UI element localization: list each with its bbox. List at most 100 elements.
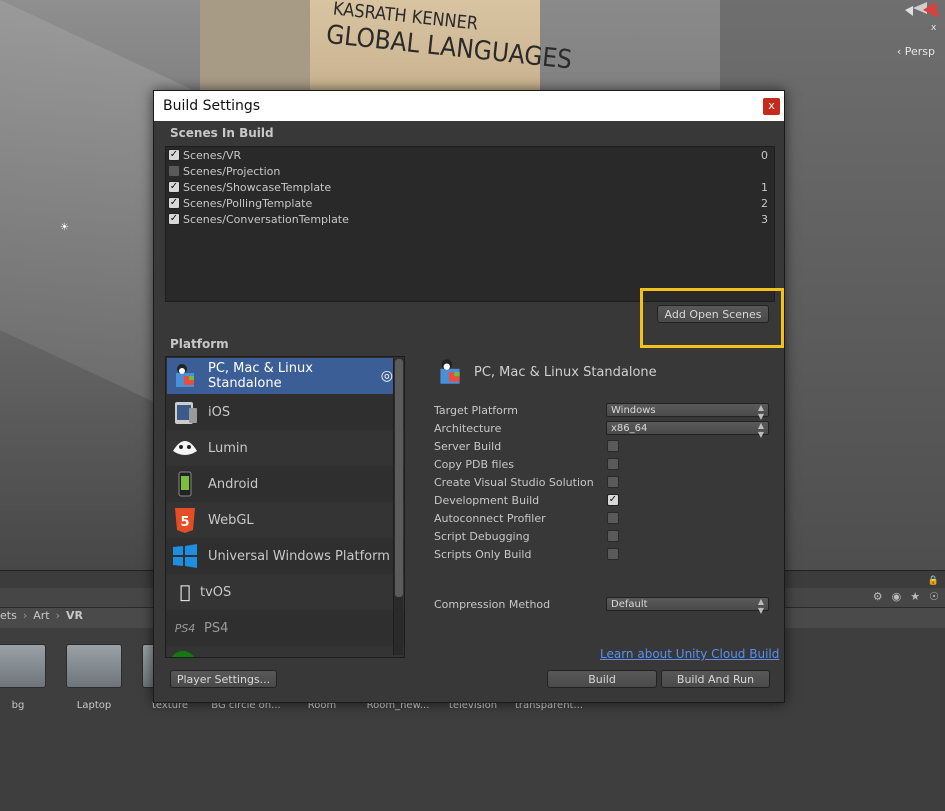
setting-label: Copy PDB files <box>434 457 515 471</box>
breadcrumb-item[interactable]: ets <box>0 609 17 622</box>
copy-pdb-checkbox[interactable] <box>607 458 619 470</box>
lock-icon[interactable]: 🔒 <box>928 576 939 586</box>
platform-label: Lumin <box>208 440 248 456</box>
setting-label: Scripts Only Build <box>434 547 532 561</box>
setting-label: Target Platform <box>434 403 518 417</box>
platform-item-lumin[interactable]: Lumin <box>167 430 404 466</box>
scene-row[interactable]: ✓ Scenes/VR 0 <box>168 147 772 163</box>
compression-row: Compression Method <box>434 596 550 612</box>
platform-list[interactable]: PC, Mac & Linux Standalone ◎ iOS Lumin A… <box>165 356 405 658</box>
setting-label: Development Build <box>434 493 540 507</box>
create-vs-checkbox[interactable] <box>607 476 619 488</box>
star-icon[interactable]: ★ <box>910 590 920 603</box>
compression-dropdown[interactable]: Default ▲ ▼ <box>606 597 769 615</box>
platform-item-webgl[interactable]: 5 WebGL <box>167 502 404 538</box>
scenes-list[interactable]: ✓ Scenes/VR 0 Scenes/Projection ✓ Scenes… <box>165 146 775 302</box>
build-and-run-button[interactable]: Build And Run <box>661 670 770 688</box>
window-titlebar[interactable]: Build Settings <box>154 91 784 121</box>
platform-label: Android <box>208 476 259 492</box>
ps4-icon: PS4 <box>174 621 196 635</box>
annotation-highlight-box <box>640 288 784 348</box>
scene-name: Scenes/ConversationTemplate <box>183 212 349 226</box>
setting-label: Script Debugging <box>434 529 530 543</box>
player-settings-button[interactable]: Player Settings... <box>170 670 277 688</box>
dropdown-arrow-icon: ▲ ▼ <box>757 403 764 421</box>
scene-checkbox[interactable]: ✓ <box>168 197 180 209</box>
breadcrumb-item[interactable]: VR <box>66 609 83 622</box>
development-build-row: Development Build <box>434 492 539 508</box>
persp-label[interactable]: ‹ Persp <box>897 45 935 58</box>
script-debugging-checkbox[interactable] <box>607 530 619 542</box>
scenes-in-build-title: Scenes In Build <box>170 126 274 140</box>
scene-index: 0 <box>761 148 768 162</box>
scene-checkbox[interactable]: ✓ <box>168 181 180 193</box>
unity-icon: ◎ <box>380 368 393 384</box>
filter-icon[interactable]: ⚙ <box>873 590 883 603</box>
platform-item-ps4[interactable]: PS4 PS4 <box>167 610 404 646</box>
hidden-icon[interactable]: ☉ <box>929 590 939 603</box>
lumin-icon <box>170 433 200 463</box>
architecture-dropdown[interactable]: x86_64 ▲ ▼ <box>606 421 769 439</box>
platform-label: tvOS <box>200 584 232 600</box>
server-build-row: Server Build <box>434 438 501 454</box>
setting-label: Create Visual Studio Solution <box>434 475 594 489</box>
platform-item-tvos[interactable]:  tvOS <box>167 574 404 610</box>
dropdown-arrow-icon: ▲ ▼ <box>757 421 764 439</box>
scene-row[interactable]: ✓ Scenes/ShowcaseTemplate 1 <box>168 179 772 195</box>
platform-scrollbar[interactable] <box>393 359 403 655</box>
scene-checkbox[interactable] <box>168 165 180 177</box>
folder-icon <box>0 644 46 688</box>
server-build-checkbox[interactable] <box>607 440 619 452</box>
platform-label: iOS <box>208 404 231 420</box>
asset-item[interactable]: bg <box>0 644 58 711</box>
android-icon <box>170 469 200 499</box>
build-button[interactable]: Build <box>547 670 657 688</box>
asset-item[interactable]: Laptop <box>54 644 134 711</box>
autoconnect-checkbox[interactable] <box>607 512 619 524</box>
selected-platform-header: PC, Mac & Linux Standalone <box>434 356 657 388</box>
appletv-icon:  <box>170 577 200 607</box>
xbox-icon <box>170 651 196 657</box>
scene-gizmo-icon[interactable]: x <box>883 0 943 36</box>
platform-label: PS4 <box>204 620 229 636</box>
scene-name: Scenes/Projection <box>183 164 281 178</box>
copy-pdb-row: Copy PDB files <box>434 456 514 472</box>
scene-name: Scenes/VR <box>183 148 242 162</box>
target-platform-row: Target Platform <box>434 402 518 418</box>
scrollbar-thumb[interactable] <box>395 359 403 597</box>
learn-cloud-build-link[interactable]: Learn about Unity Cloud Build <box>600 647 779 661</box>
selected-platform-title: PC, Mac & Linux Standalone <box>474 364 657 380</box>
close-button[interactable]: x <box>763 98 780 115</box>
scene-row[interactable]: ✓ Scenes/ConversationTemplate 3 <box>168 211 772 227</box>
scene-checkbox[interactable]: ✓ <box>168 213 180 225</box>
ios-icon <box>170 397 200 427</box>
platform-label: Universal Windows Platform <box>208 548 390 564</box>
scripts-only-row: Scripts Only Build <box>434 546 531 562</box>
label-icon[interactable]: ◉ <box>892 590 902 603</box>
target-platform-dropdown[interactable]: Windows ▲ ▼ <box>606 403 769 421</box>
scene-row[interactable]: ✓ Scenes/PollingTemplate 2 <box>168 195 772 211</box>
folder-icon <box>66 644 122 688</box>
scripts-only-checkbox[interactable] <box>607 548 619 560</box>
scene-checkbox[interactable]: ✓ <box>168 149 180 161</box>
development-build-checkbox[interactable]: ✓ <box>607 494 619 506</box>
pc-icon <box>170 361 200 391</box>
setting-label: Compression Method <box>434 597 551 611</box>
setting-label: Autoconnect Profiler <box>434 511 546 525</box>
architecture-row: Architecture <box>434 420 501 436</box>
scene-index: 3 <box>761 212 768 226</box>
platform-item-ios[interactable]: iOS <box>167 394 404 430</box>
breadcrumb: ets › Art › VR <box>0 609 83 622</box>
platform-item-standalone[interactable]: PC, Mac & Linux Standalone ◎ <box>167 358 393 394</box>
platform-item-android[interactable]: Android <box>167 466 404 502</box>
platform-item-uwp[interactable]: Universal Windows Platform <box>167 538 404 574</box>
create-vs-row: Create Visual Studio Solution <box>434 474 594 490</box>
breadcrumb-item[interactable]: Art <box>33 609 49 622</box>
svg-text:5: 5 <box>180 515 189 530</box>
scene-row[interactable]: Scenes/Projection <box>168 163 772 179</box>
window-title: Build Settings <box>163 98 261 114</box>
scene-index: 1 <box>761 180 768 194</box>
platform-item-xbox[interactable] <box>167 646 404 657</box>
breadcrumb-separator: › <box>55 609 60 622</box>
scene-index: 2 <box>761 196 768 210</box>
